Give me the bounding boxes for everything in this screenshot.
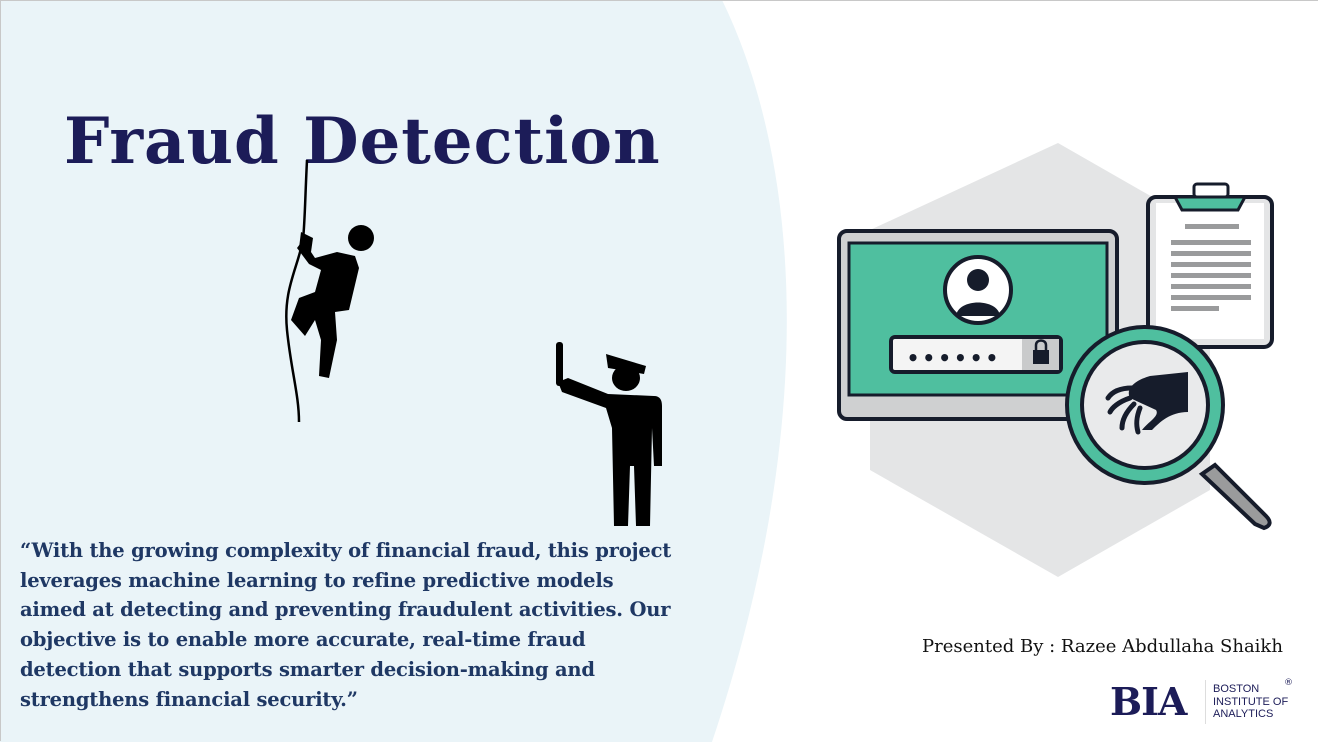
- logo-line: BOSTON: [1213, 683, 1260, 695]
- logo-mark: BIA: [1110, 679, 1187, 724]
- quote-line: “With the growing complexity of financia…: [20, 539, 672, 562]
- fraud-illustration: ••••••: [837, 143, 1274, 577]
- quote-line: strengthens financial security.”: [20, 687, 358, 711]
- logo-divider: [1205, 680, 1206, 724]
- quote-line: objective is to enable more accurate, re…: [20, 628, 586, 652]
- quote-line: leverages machine learning to refine pre…: [20, 568, 614, 592]
- logo-line: INSTITUTE OF: [1213, 695, 1289, 708]
- project-quote: “With the growing complexity of financia…: [20, 536, 780, 714]
- password-mask: ••••••: [907, 346, 1002, 370]
- logo-line: ANALYTICS: [1213, 708, 1274, 720]
- logo-name: BOSTON INSTITUTE OF ANALYTICS: [1213, 683, 1288, 721]
- bia-logo: BIA BOSTON INSTITUTE OF ANALYTICS ®: [1110, 678, 1310, 724]
- registered-icon: ®: [1284, 678, 1293, 688]
- police-officer-icon: [556, 342, 662, 526]
- quote-line: aimed at detecting and preventing fraudu…: [20, 598, 671, 622]
- climbing-thief-icon: [285, 160, 374, 423]
- clipboard-icon: [1146, 182, 1274, 349]
- presenter-credit: Presented By : Razee Abdullaha Shaikh: [922, 636, 1283, 657]
- quote-line: detection that supports smarter decision…: [20, 657, 595, 681]
